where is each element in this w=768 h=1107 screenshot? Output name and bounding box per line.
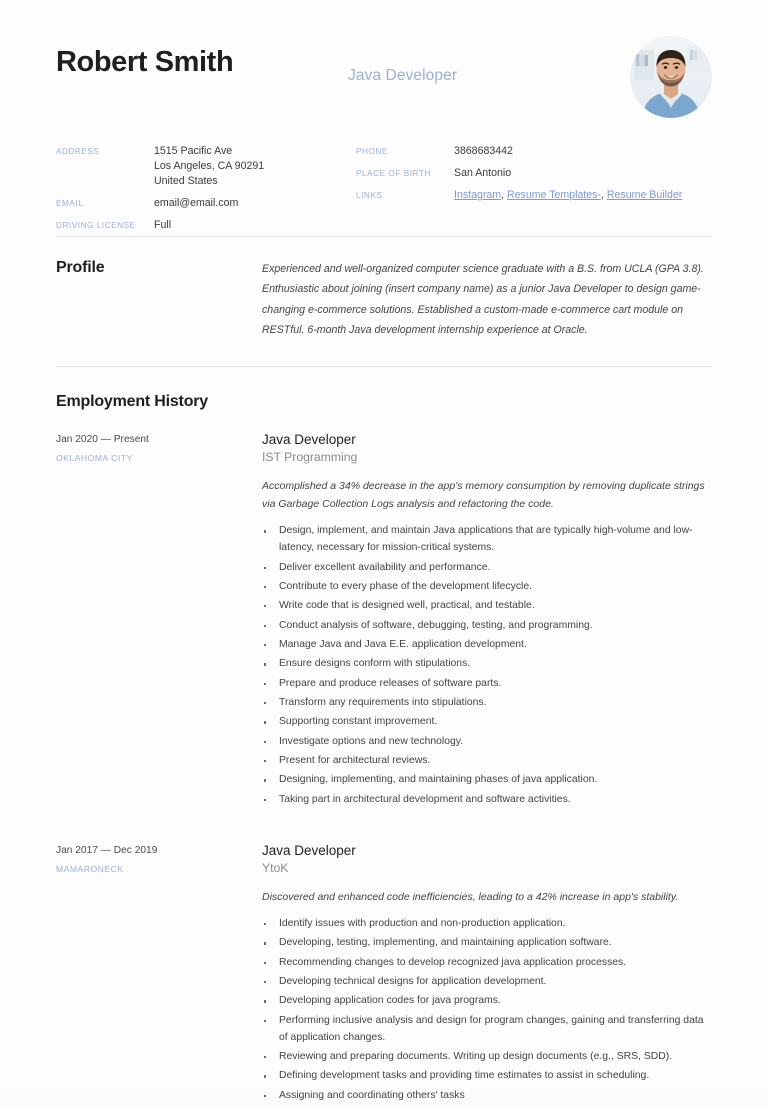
contact-column-left: ADDRESS 1515 Pacific Ave Los Angeles, CA… [56,144,346,240]
employment-company: IST Programming [262,450,358,465]
employment-heading: Employment History [56,393,208,411]
contact-row-phone: PHONE 3868683442 [356,144,686,159]
resume-page: Robert Smith Java Developer ADDRESS 1515… [0,0,768,1101]
employment-bullet-list: Identify issues with production and non-… [262,916,712,1104]
list-item: Reviewing and preparing documents. Writi… [262,1049,712,1066]
list-item: Write code that is designed well, practi… [262,598,712,615]
link-resume-templates[interactable]: Resume Templates- [507,189,601,201]
list-item: Assigning and coordinating others' tasks [262,1088,712,1105]
profile-photo-icon [630,36,712,118]
employment-company: YtoK [262,861,289,876]
profile-heading: Profile [56,259,105,276]
list-item: Taking part in architectural development… [262,792,712,809]
contact-value-links: Instagram, Resume Templates-, Resume Bui… [454,188,682,203]
list-item: Investigate options and new technology. [262,734,712,751]
address-line-2: Los Angeles, CA 90291 [154,160,265,173]
contact-value-place-of-birth: San Antonio [454,167,512,180]
employment-role: Java Developer [262,843,356,859]
employment-section: Employment History [56,367,712,415]
contact-row-email: EMAIL email@email.com [56,196,346,211]
list-item: Recommending changes to develop recogniz… [262,955,712,972]
list-item: Manage Java and Java E.E. application de… [262,637,712,654]
employment-dates: Jan 2020 — Present [56,434,149,446]
contact-value-phone: 3868683442 [454,145,513,157]
contact-value-email[interactable]: email@email.com [154,196,238,211]
list-item: Design, implement, and maintain Java app… [262,523,712,557]
list-item: Designing, implementing, and maintaining… [262,772,712,789]
avatar [630,36,712,118]
employment-bullet-list: Design, implement, and maintain Java app… [262,523,712,808]
contact-row-driving-license: DRIVING LICENSE Full [56,218,346,233]
list-item: Performing inclusive analysis and design… [262,1013,712,1047]
list-item: Identify issues with production and non-… [262,916,712,933]
employment-entry-meta: Jan 2017 — Dec 2019 MAMARONECK [56,843,262,1107]
employment-city: OKLAHOMA CITY [56,453,133,464]
employment-entry-body: Java Developer YtoK Discovered and enhan… [262,843,712,1107]
list-item: Developing application codes for java pr… [262,993,712,1010]
employment-entry: Jan 2017 — Dec 2019 MAMARONECK Java Deve… [56,811,712,1107]
list-item: Supporting constant improvement. [262,714,712,731]
list-item: Ensure designs conform with stipulations… [262,656,712,673]
employment-dates: Jan 2017 — Dec 2019 [56,845,158,857]
page-title: Robert Smith [56,46,234,78]
address-line-1: 1515 Pacific Ave [154,145,233,157]
profile-section: Profile Experienced and well-organized c… [56,237,712,340]
contact-label-place-of-birth: PLACE OF BIRTH [356,169,431,179]
contact-row-address: ADDRESS 1515 Pacific Ave Los Angeles, CA… [56,144,346,189]
employment-city: MAMARONECK [56,864,124,875]
resume-header: Robert Smith Java Developer [56,0,712,132]
list-item: Transform any requirements into stipulat… [262,695,712,712]
contact-label-phone: PHONE [356,147,388,156]
link-resume-builder[interactable]: Resume Builder [607,189,682,201]
list-item: Conduct analysis of software, debugging,… [262,618,712,635]
employment-summary: Accomplished a 34% decrease in the app's… [262,480,705,511]
employment-entry: Jan 2020 — Present OKLAHOMA CITY Java De… [56,415,712,811]
list-item: Present for architectural reviews. [262,753,712,770]
contact-label-address: ADDRESS [56,147,100,156]
list-item: Deliver excellent availability and perfo… [262,560,712,577]
list-item: Prepare and produce releases of software… [262,676,712,693]
list-item: Developing, testing, implementing, and m… [262,935,712,952]
contact-label-links: LINKS [356,191,383,201]
contact-row-place-of-birth: PLACE OF BIRTH San Antonio [356,166,686,181]
profile-text: Experienced and well-organized computer … [262,263,704,336]
link-instagram[interactable]: Instagram [454,189,501,201]
employment-entry-meta: Jan 2020 — Present OKLAHOMA CITY [56,432,262,811]
contact-row-links: LINKS Instagram, Resume Templates-, Resu… [356,188,686,203]
contact-column-right: PHONE 3868683442 PLACE OF BIRTH San Anto… [356,144,686,210]
employment-role: Java Developer [262,432,356,448]
contact-label-driving-license: DRIVING LICENSE [56,221,136,231]
contact-value-address: 1515 Pacific Ave Los Angeles, CA 90291 U… [154,144,264,189]
list-item: Developing technical designs for applica… [262,974,712,991]
list-item: Contribute to every phase of the develop… [262,579,712,596]
contact-label-email: EMAIL [56,199,84,209]
list-item: Defining development tasks and providing… [262,1068,712,1085]
contact-details: ADDRESS 1515 Pacific Ave Los Angeles, CA… [56,144,712,236]
employment-summary: Discovered and enhanced code inefficienc… [262,891,679,904]
address-line-3: United States [154,175,218,188]
contact-value-driving-license: Full [154,219,172,232]
header-job-title: Java Developer [348,67,458,84]
employment-entry-body: Java Developer IST Programming Accomplis… [262,432,712,811]
